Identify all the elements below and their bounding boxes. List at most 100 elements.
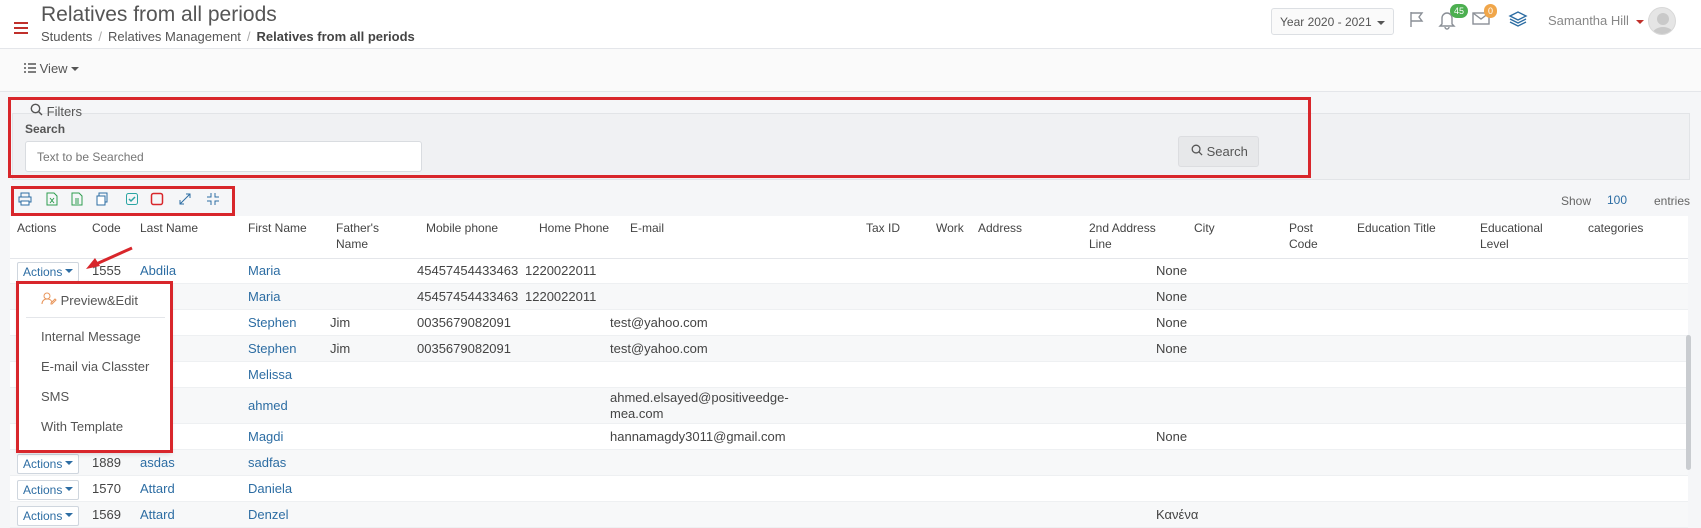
col-mobile-phone[interactable]: Mobile phone <box>426 220 498 236</box>
menu-icon[interactable] <box>14 22 28 34</box>
col-2nd-address[interactable]: 2nd Address Line <box>1089 220 1174 252</box>
cell-city: None <box>1156 429 1188 444</box>
col-fathers-name[interactable]: Father's Name <box>336 220 396 252</box>
chevron-down-icon <box>65 461 74 469</box>
cell-first-name[interactable]: Maria <box>248 289 281 305</box>
cell-first-name[interactable]: Denzel <box>248 507 288 523</box>
col-city[interactable]: City <box>1194 220 1215 236</box>
chevron-down-icon <box>65 513 74 521</box>
cell-mobile-phone: 45457454433463 <box>417 289 519 304</box>
table-row: ActionsaMaria454574544334631220022011Non… <box>10 284 1688 310</box>
chevron-down-icon <box>71 67 80 75</box>
cell-mobile-phone: 0035679082091 <box>417 341 511 356</box>
list-icon <box>24 63 36 73</box>
chevron-down-icon <box>65 487 74 495</box>
col-actions[interactable]: Actions <box>17 220 56 236</box>
cell-first-name[interactable]: Stephen <box>248 315 296 331</box>
table-row: Actionsdahmedahmed.elsayed@positiveedge-… <box>10 388 1688 424</box>
cell-mobile-phone: 45457454433463 <box>417 263 519 278</box>
cell-code: 1569 <box>92 507 121 522</box>
cell-email: test@yahoo.com <box>610 341 708 356</box>
cell-fathers-name: Jim <box>330 341 351 356</box>
actions-label: Actions <box>23 265 63 279</box>
cell-first-name[interactable]: Maria <box>248 263 281 279</box>
table-row: Actions 1570 Attard Daniela <box>10 476 1688 502</box>
col-categories[interactable]: categories <box>1588 220 1643 236</box>
table-row: ActionsaStephenJim0035679082091test@yaho… <box>10 310 1688 336</box>
cell-mobile-phone: 0035679082091 <box>417 315 511 330</box>
col-home-phone[interactable]: Home Phone <box>539 220 609 236</box>
page-title: Relatives from all periods <box>41 3 277 26</box>
cell-city: None <box>1156 263 1188 278</box>
col-address[interactable]: Address <box>978 220 1022 236</box>
col-work[interactable]: Work <box>936 220 964 236</box>
actions-label: Actions <box>23 483 63 497</box>
chevron-down-icon[interactable] <box>1636 20 1644 28</box>
page-size-select[interactable]: 100 <box>1607 193 1627 207</box>
cell-last-name[interactable]: Abdila <box>140 263 176 279</box>
notifications-badge: 45 <box>1450 4 1469 18</box>
show-label: Show <box>1561 194 1592 208</box>
table-row: Actions 1555 Abdila Maria 45457454433463 1220… <box>10 258 1688 284</box>
user-name[interactable]: Samantha Hill <box>1548 13 1629 28</box>
menu-highlight-box <box>16 281 173 453</box>
cell-fathers-name: Jim <box>330 315 351 330</box>
cell-city: None <box>1156 315 1188 330</box>
chevron-down-icon <box>1377 21 1385 29</box>
table-row: ActionssMelissa <box>10 362 1688 388</box>
col-code[interactable]: Code <box>92 220 121 236</box>
cell-first-name[interactable]: Stephen <box>248 341 296 357</box>
actions-label: Actions <box>23 457 63 471</box>
cell-first-name[interactable]: Melissa <box>248 367 292 383</box>
col-education-title[interactable]: Education Title <box>1357 220 1436 236</box>
table-row: Actions 1569 Attard Denzel Κανένα <box>10 502 1688 528</box>
col-email[interactable]: E-mail <box>630 220 664 236</box>
secondary-toolbar: View <box>0 49 1701 92</box>
cell-first-name[interactable]: Magdi <box>248 429 283 445</box>
cell-last-name[interactable]: Attard <box>140 507 175 523</box>
view-label: View <box>39 61 68 76</box>
top-bar: Relatives from all periods Students / Rela… <box>0 0 1701 49</box>
cell-last-name[interactable]: Attard <box>140 481 175 497</box>
vertical-scrollbar[interactable] <box>1686 335 1691 470</box>
cell-last-name[interactable]: asdas <box>140 455 175 471</box>
row-actions-button[interactable]: Actions <box>17 262 79 282</box>
col-last-name[interactable]: Last Name <box>140 220 198 236</box>
breadcrumb-current: Relatives from all periods <box>256 29 415 44</box>
filters-highlight-box <box>8 97 1311 178</box>
col-post-code[interactable]: Post Code <box>1289 220 1329 252</box>
cell-city: None <box>1156 289 1188 304</box>
row-actions-button[interactable]: Actions <box>17 506 79 526</box>
row-actions-button[interactable]: Actions <box>17 454 79 474</box>
avatar[interactable] <box>1648 7 1676 35</box>
col-tax-id[interactable]: Tax ID <box>866 220 900 236</box>
envelope-icon[interactable]: 0 <box>1472 4 1498 32</box>
cell-city: None <box>1156 341 1188 356</box>
cell-email: test@yahoo.com <box>610 315 708 330</box>
table-row: Actions 1889 asdas sadfas <box>10 450 1688 476</box>
cell-home-phone: 1220022011 <box>525 289 597 304</box>
cell-code: 1889 <box>92 455 121 470</box>
tools-highlight-box <box>11 186 235 216</box>
cell-first-name[interactable]: ahmed <box>248 398 288 414</box>
col-educational-level[interactable]: Educational Level <box>1480 220 1560 252</box>
year-select[interactable]: Year 2020 - 2021 <box>1271 8 1394 35</box>
annotation-arrow <box>86 246 133 269</box>
flag-icon[interactable] <box>1408 10 1430 32</box>
view-button[interactable]: View <box>24 61 80 76</box>
year-select-value: Year 2020 - 2021 <box>1280 15 1372 29</box>
col-first-name[interactable]: First Name <box>248 220 307 236</box>
cell-email: hannamagdy3011@gmail.com <box>610 429 786 444</box>
entries-label: entries <box>1654 194 1691 208</box>
messages-badge: 0 <box>1484 4 1498 18</box>
cell-first-name[interactable]: sadfas <box>248 455 286 471</box>
breadcrumb-students[interactable]: Students <box>41 29 92 44</box>
cell-first-name[interactable]: Daniela <box>248 481 292 497</box>
table-row: ActionsrMagdihannamagdy3011@gmail.comNon… <box>10 424 1688 450</box>
bell-icon[interactable]: 45 <box>1438 4 1469 32</box>
row-actions-button[interactable]: Actions <box>17 480 79 500</box>
cell-home-phone: 1220022011 <box>525 263 597 278</box>
layers-icon[interactable] <box>1508 10 1530 32</box>
table-row: ActionsaStephenJim0035679082091test@yaho… <box>10 336 1688 362</box>
breadcrumb-relatives-management[interactable]: Relatives Management <box>108 29 241 44</box>
